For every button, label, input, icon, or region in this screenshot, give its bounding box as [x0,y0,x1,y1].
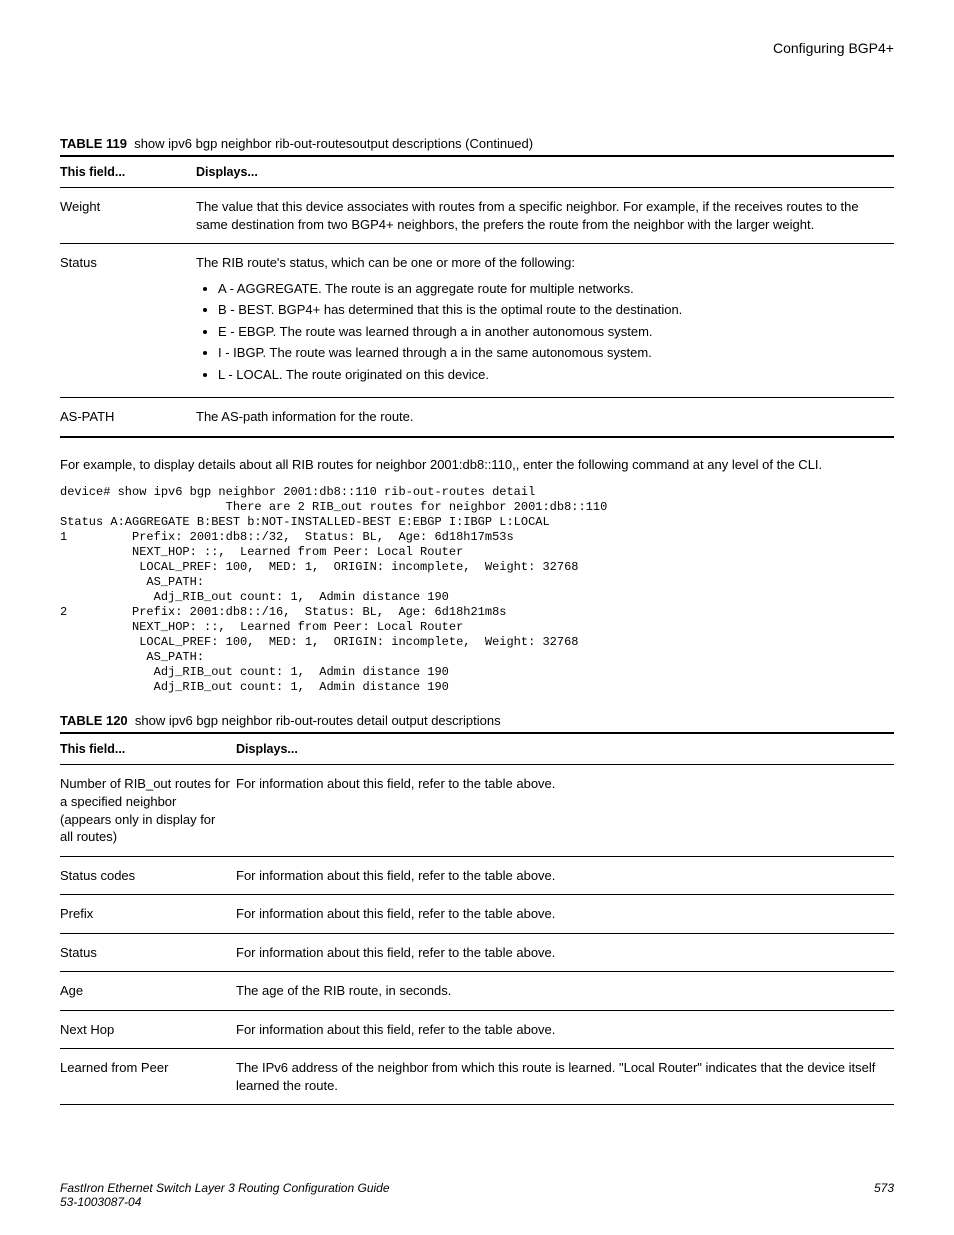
status-intro: The RIB route's status, which can be one… [196,255,575,270]
table120-label: TABLE 120 [60,713,128,728]
list-item: A - AGGREGATE. The route is an aggregate… [218,280,888,298]
page-footer: FastIron Ethernet Switch Layer 3 Routing… [60,1181,894,1209]
table-row: Status For information about this field,… [60,933,894,972]
list-item: B - BEST. BGP4+ has determined that this… [218,301,888,319]
table120-field-1: Status codes [60,856,236,895]
table119-head-disp: Displays... [196,156,894,188]
table119-label: TABLE 119 [60,136,127,151]
table119-disp-weight: The value that this device associates wi… [196,188,894,244]
table120-field-4: Age [60,972,236,1011]
table120-field-6: Learned from Peer [60,1049,236,1105]
footer-docnum: 53-1003087-04 [60,1195,141,1209]
table119-field-weight: Weight [60,188,196,244]
table120-disp-6: The IPv6 address of the neighbor from wh… [236,1049,894,1105]
running-header: Configuring BGP4+ [60,40,894,56]
table-row: Number of RIB_out routes for a specified… [60,765,894,856]
table-row: Learned from Peer The IPv6 address of th… [60,1049,894,1105]
table120-disp-3: For information about this field, refer … [236,933,894,972]
table119-caption: TABLE 119 show ipv6 bgp neighbor rib-out… [60,136,894,151]
table-row: Weight The value that this device associ… [60,188,894,244]
table119-head-field: This field... [60,156,196,188]
table-row: Next Hop For information about this fiel… [60,1010,894,1049]
table120-disp-2: For information about this field, refer … [236,895,894,934]
footer-left: FastIron Ethernet Switch Layer 3 Routing… [60,1181,390,1209]
table120-field-0: Number of RIB_out routes for a specified… [60,765,236,856]
table119-header-row: This field... Displays... [60,156,894,188]
page: Configuring BGP4+ TABLE 119 show ipv6 bg… [0,0,954,1235]
cli-output: device# show ipv6 bgp neighbor 2001:db8:… [60,485,894,695]
table119-field-aspath: AS-PATH [60,398,196,437]
table120-title: show ipv6 bgp neighbor rib-out-routes de… [135,713,501,728]
table120-disp-5: For information about this field, refer … [236,1010,894,1049]
table119-disp-aspath: The AS-path information for the route. [196,398,894,437]
table120: This field... Displays... Number of RIB_… [60,732,894,1105]
table120-field-3: Status [60,933,236,972]
table119: This field... Displays... Weight The val… [60,155,894,438]
table119-field-status: Status [60,244,196,398]
table119-disp-status: The RIB route's status, which can be one… [196,244,894,398]
table120-disp-4: The age of the RIB route, in seconds. [236,972,894,1011]
table-row: Prefix For information about this field,… [60,895,894,934]
table120-disp-1: For information about this field, refer … [236,856,894,895]
table-row: Status The RIB route's status, which can… [60,244,894,398]
table119-title: show ipv6 bgp neighbor rib-out-routesout… [134,136,533,151]
mid-paragraph: For example, to display details about al… [60,456,894,474]
list-item: E - EBGP. The route was learned through … [218,323,888,341]
table120-disp-0: For information about this field, refer … [236,765,894,856]
table120-caption: TABLE 120 show ipv6 bgp neighbor rib-out… [60,713,894,728]
table120-field-5: Next Hop [60,1010,236,1049]
status-list: A - AGGREGATE. The route is an aggregate… [196,280,888,384]
table120-header-row: This field... Displays... [60,733,894,765]
footer-pagenum: 573 [874,1181,894,1209]
table120-head-disp: Displays... [236,733,894,765]
table-row: Age The age of the RIB route, in seconds… [60,972,894,1011]
table120-field-2: Prefix [60,895,236,934]
table120-head-field: This field... [60,733,236,765]
footer-title: FastIron Ethernet Switch Layer 3 Routing… [60,1181,390,1195]
table-row: Status codes For information about this … [60,856,894,895]
list-item: L - LOCAL. The route originated on this … [218,366,888,384]
table-row: AS-PATH The AS-path information for the … [60,398,894,437]
list-item: I - IBGP. The route was learned through … [218,344,888,362]
